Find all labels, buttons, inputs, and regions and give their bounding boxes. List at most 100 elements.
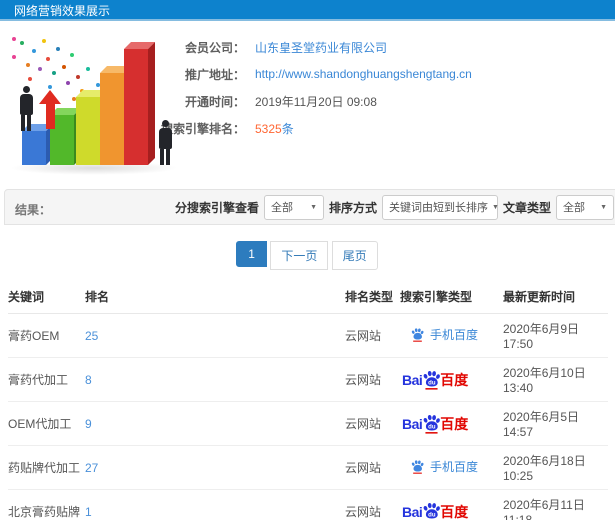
engine-filter-select[interactable]: 全部 ▼: [264, 194, 325, 220]
rank-type-cell: 云网站: [345, 357, 400, 402]
table-row: 膏药代加工 8 云网站 Bai du 百度 2020年6月10日 13:40: [8, 357, 608, 402]
filter-controls: 分搜索引擎查看 全部 ▼ 排序方式 关键词由短到长排序 ▼ 文章类型 全部 ▼ …: [175, 190, 615, 224]
keyword-cell: 膏药代加工: [8, 357, 85, 402]
rank-type-cell: 云网站: [345, 445, 400, 490]
engine-cell: 手机百度: [400, 445, 503, 490]
rank-cell: 27: [85, 445, 345, 490]
summary-fields: 会员公司： 山东皇圣堂药业有限公司 推广地址： http://www.shand…: [140, 21, 615, 138]
baidu-logo-icon: Bai du 百度: [400, 369, 468, 390]
keyword-cell: 膏药OEM: [8, 313, 85, 358]
updated-cell: 2020年6月11日 11:18: [503, 489, 608, 520]
article-type-select[interactable]: 全部 ▼: [556, 194, 615, 220]
sort-filter-label: 排序方式: [329, 200, 378, 215]
baidu-logo-icon: Bai du 百度: [400, 413, 468, 434]
rank-cell: 25: [85, 313, 345, 358]
engine-filter-value: 全部: [271, 202, 294, 214]
baidu-logo-icon: Bai du 百度: [400, 501, 468, 520]
member-company-row: 会员公司： 山东皇圣堂药业有限公司: [140, 37, 615, 57]
table-row: OEM代加工 9 云网站 Bai du 百度 2020年6月5日 14:57: [8, 401, 608, 446]
baidu-paw-icon: du: [423, 502, 441, 519]
baidu-paw-icon: [411, 328, 424, 342]
app-header: 网络营销效果展示: [0, 0, 615, 21]
rank-link[interactable]: 1: [85, 505, 92, 519]
summary-section: 会员公司： 山东皇圣堂药业有限公司 推广地址： http://www.shand…: [0, 21, 615, 189]
open-time-row: 开通时间： 2019年11月20日 09:08: [140, 91, 615, 111]
chevron-down-icon: ▼: [600, 203, 608, 211]
mobile-baidu-label: 手机百度: [430, 460, 479, 474]
rank-link[interactable]: 27: [85, 461, 98, 475]
table-header-row: 关键词 排名 排名类型 搜索引擎类型 最新更新时间: [8, 280, 608, 314]
page-title: 网络营销效果展示: [14, 4, 111, 18]
article-type-value: 全部: [563, 202, 586, 214]
chevron-down-icon: ▼: [492, 203, 499, 211]
promo-url-row: 推广地址： http://www.shandonghuangshengtang.…: [140, 64, 615, 84]
rank-link[interactable]: 25: [85, 329, 98, 343]
marketing-report-page: 网络营销效果展示 会员公司： 山东皇圣堂药业有限公司 推广地址： http://…: [0, 0, 615, 520]
filter-bar: 结果： 分搜索引擎查看 全部 ▼ 排序方式 关键词由短到长排序 ▼ 文章类型 全…: [4, 189, 615, 225]
chart-bar-yellow: [76, 97, 100, 165]
results-label: 结果：: [15, 203, 52, 217]
engine-cell: Bai du 百度: [400, 357, 503, 402]
baidu-paw-icon: du: [423, 414, 441, 434]
rank-cell: 8: [85, 357, 345, 402]
column-header: 排名类型: [345, 280, 400, 314]
mobile-baidu-icon: 手机百度: [400, 326, 478, 343]
baidu-paw-icon: du: [423, 370, 441, 390]
rank-type-cell: 云网站: [345, 401, 400, 446]
engine-cell: 手机百度: [400, 313, 503, 358]
rank-cell: 1: [85, 489, 345, 520]
businessman-figure-left: [17, 86, 35, 131]
updated-cell: 2020年6月5日 14:57: [503, 401, 608, 446]
ranking-count-row: 搜索引擎排名： 5325条: [140, 118, 615, 138]
sort-filter-value: 关键词由短到长排序: [389, 202, 489, 214]
chart-bar-blue: [22, 131, 46, 165]
rank-type-cell: 云网站: [345, 489, 400, 520]
page-last[interactable]: 尾页: [331, 241, 378, 270]
sort-filter-select[interactable]: 关键词由短到长排序 ▼: [382, 194, 499, 220]
mobile-baidu-icon: 手机百度: [400, 458, 478, 475]
table-row: 北京膏药贴牌 1 云网站 Bai du 百度 2020年6月11日 11:18: [8, 489, 608, 520]
svg-text:du: du: [428, 425, 436, 431]
column-header: 关键词: [8, 280, 85, 314]
table-row: 药贴牌代加工 27 云网站 手机百度 2020年6月18日 10:25: [8, 445, 608, 490]
engine-filter-label: 分搜索引擎查看: [175, 200, 260, 215]
open-time-value: 2019年11月20日 09:08: [255, 94, 377, 109]
businessman-figure-right: [156, 120, 174, 165]
table-row: 膏药OEM 25 云网站 手机百度 2020年6月9日 17:50: [8, 313, 608, 358]
results-table: 关键词 排名 排名类型 搜索引擎类型 最新更新时间 膏药OEM 25 云网站 手机百度 202…: [8, 280, 608, 520]
up-arrow-icon: [39, 90, 61, 129]
updated-cell: 2020年6月10日 13:40: [503, 357, 608, 402]
ranking-count-value: 5325: [255, 121, 282, 136]
pagination: 1 下一页 尾页: [0, 241, 615, 270]
growth-chart-illustration: [4, 35, 189, 187]
chevron-down-icon: ▼: [310, 203, 318, 211]
member-company-link[interactable]: 山东皇圣堂药业有限公司: [255, 39, 387, 56]
updated-cell: 2020年6月18日 10:25: [503, 445, 608, 490]
keyword-cell: 北京膏药贴牌: [8, 489, 85, 520]
engine-cell: Bai du 百度: [400, 401, 503, 446]
engine-cell: Bai du 百度: [400, 489, 503, 520]
confetti-decoration: [12, 37, 16, 41]
keyword-cell: OEM代加工: [8, 401, 85, 446]
updated-cell: 2020年6月9日 17:50: [503, 313, 608, 358]
baidu-paw-icon: [411, 460, 424, 474]
chart-bar-orange: [100, 73, 124, 165]
article-type-label: 文章类型: [503, 200, 552, 215]
chart-bar-red: [124, 49, 148, 165]
svg-text:du: du: [428, 513, 436, 519]
svg-text:du: du: [428, 381, 436, 387]
rank-link[interactable]: 8: [85, 373, 92, 387]
keyword-cell: 药贴牌代加工: [8, 445, 85, 490]
promo-url-link[interactable]: http://www.shandonghuangshengtang.cn: [255, 67, 472, 81]
rank-cell: 9: [85, 401, 345, 446]
mobile-baidu-label: 手机百度: [430, 328, 479, 342]
column-header: 搜索引擎类型: [400, 280, 503, 314]
page-next[interactable]: 下一页: [270, 241, 329, 270]
rank-type-cell: 云网站: [345, 313, 400, 358]
results-table-body: 膏药OEM 25 云网站 手机百度 2020年6月9日 17:50 膏药代加工 8 云网站 B…: [8, 313, 608, 520]
column-header: 排名: [85, 280, 345, 314]
rank-link[interactable]: 9: [85, 417, 92, 431]
ranking-count-unit: 条: [281, 121, 294, 136]
column-header: 最新更新时间: [503, 280, 608, 314]
page-current[interactable]: 1: [236, 241, 267, 267]
